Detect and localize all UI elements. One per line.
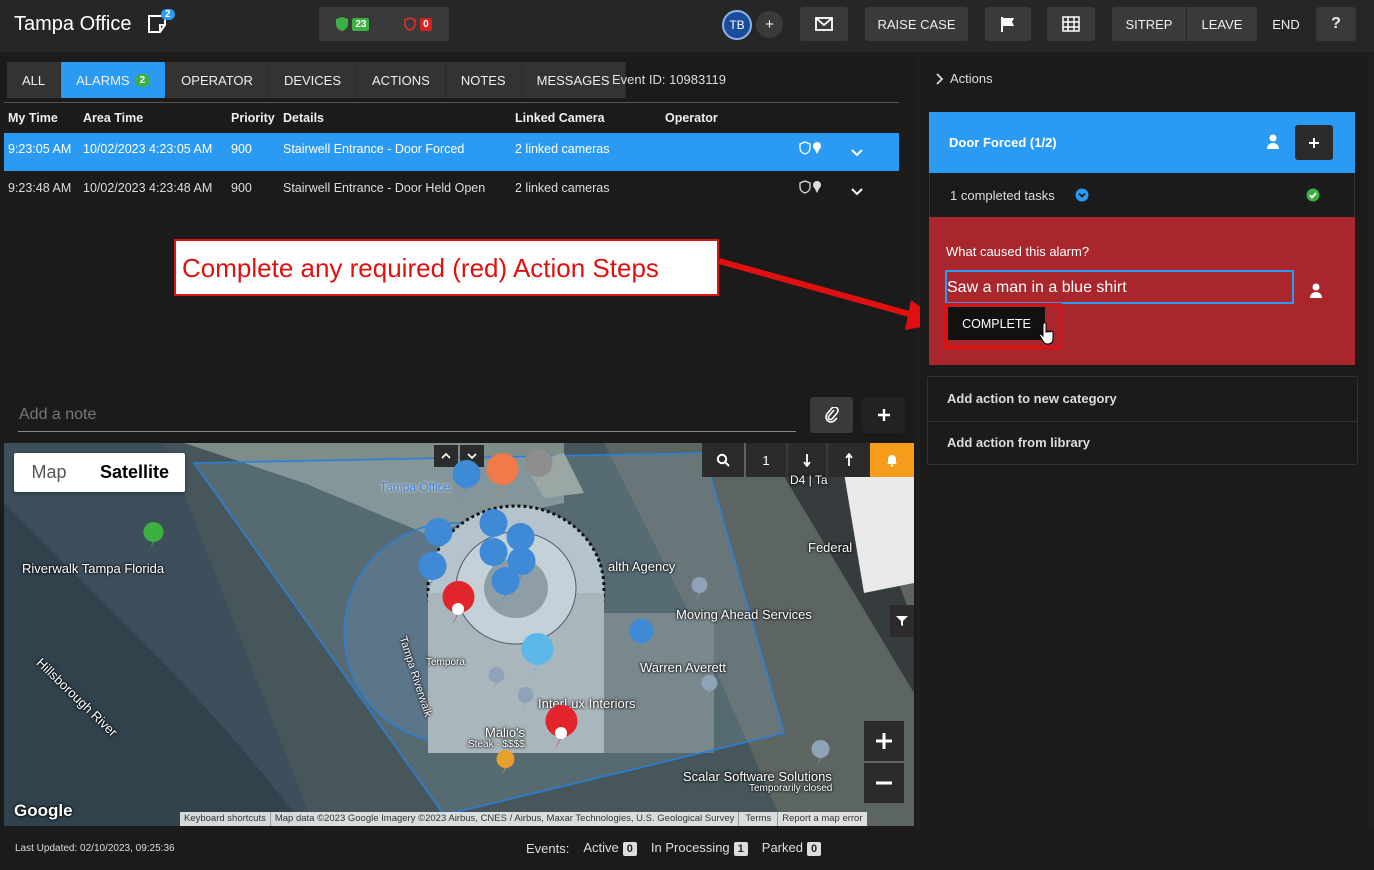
paperclip-icon — [824, 407, 839, 423]
camera-marker-icon — [491, 567, 520, 607]
col-my-time[interactable]: My Time — [8, 111, 58, 125]
notes-count-badge: 2 — [161, 9, 175, 20]
event-counts: Events: Active 0 In Processing 1 Parked 0 — [526, 840, 822, 856]
attach-button[interactable] — [810, 397, 853, 433]
tab-alarms[interactable]: ALARMS 2 — [61, 62, 167, 98]
camera-marker-icon — [452, 460, 481, 500]
hand-cursor-icon — [1039, 322, 1054, 345]
add-action-new-category[interactable]: Add action to new category — [947, 391, 1117, 406]
note-input[interactable]: Add a note — [18, 400, 796, 432]
top-bar: Tampa Office 2 23 0 TB + RAISE CASE SITR… — [0, 0, 1374, 52]
flag-icon — [1001, 17, 1014, 32]
plus-icon — [877, 409, 890, 421]
col-operator[interactable]: Operator — [665, 111, 718, 125]
add-note-button[interactable] — [862, 397, 905, 433]
camera-marker-icon — [424, 518, 453, 558]
action-question: What caused this alarm? — [946, 244, 1090, 259]
answer-value: Saw a man in a blue shirt — [947, 279, 1127, 296]
map-attribution: Keyboard shortcuts Map data ©2023 Google… — [180, 812, 867, 826]
note-placeholder: Add a note — [19, 406, 97, 423]
add-action-button[interactable] — [1295, 125, 1333, 160]
report-error-link[interactable]: Report a map error — [778, 812, 866, 826]
alarms-count-badge: 2 — [134, 73, 151, 87]
camera-marker-icon — [418, 552, 447, 592]
shield-location-icon[interactable] — [799, 180, 823, 197]
complete-button[interactable]: COMPLETE — [948, 307, 1045, 340]
col-linked-camera[interactable]: Linked Camera — [515, 111, 605, 125]
chevron-right-icon — [936, 72, 944, 85]
tab-actions[interactable]: ACTIONS — [357, 62, 446, 98]
door-marker-icon — [524, 449, 553, 489]
grid-button[interactable] — [1047, 7, 1095, 41]
plus-icon — [1309, 137, 1319, 148]
answer-input[interactable]: Saw a man in a blue shirt — [945, 270, 1294, 304]
chevron-down-icon[interactable] — [851, 185, 863, 199]
keyboard-shortcuts-link[interactable]: Keyboard shortcuts — [180, 812, 271, 826]
speaker-marker-icon — [486, 453, 519, 499]
tab-all[interactable]: ALL — [7, 62, 62, 98]
actions-header[interactable]: Actions — [936, 71, 993, 86]
alarm-marker-icon — [545, 705, 578, 751]
shield-alert-icon[interactable]: 0 — [404, 17, 432, 31]
add-user-button[interactable]: + — [756, 11, 783, 38]
tab-bar: ALL ALARMS 2 OPERATOR DEVICES ACTIONS NOT… — [7, 62, 626, 98]
col-details[interactable]: Details — [283, 111, 324, 125]
shield-status-group: 23 0 — [319, 7, 449, 41]
shield-location-icon[interactable] — [799, 141, 823, 158]
shield-ok-icon[interactable]: 23 — [336, 17, 370, 31]
notes-icon[interactable]: 2 — [147, 9, 175, 36]
map-view[interactable]: Map Satellite 1 Tampa Office Riverwalk T… — [4, 443, 914, 826]
add-action-options: Add action to new category Add action fr… — [927, 376, 1358, 465]
required-action-step: What caused this alarm? Saw a man in a b… — [929, 217, 1355, 365]
col-area-time[interactable]: Area Time — [83, 111, 143, 125]
map-markers — [143, 449, 830, 776]
raise-case-button[interactable]: RAISE CASE — [865, 7, 968, 41]
processing-count[interactable]: In Processing 1 — [651, 840, 748, 856]
grid-icon — [1062, 16, 1080, 32]
add-action-from-library[interactable]: Add action from library — [947, 435, 1090, 450]
completed-tasks-label: 1 completed tasks — [950, 188, 1055, 203]
end-button[interactable]: END — [1258, 7, 1314, 41]
tree-marker-icon — [143, 522, 164, 551]
status-bar: Last Updated: 02/10/2023, 09:25:36 Event… — [0, 828, 1374, 870]
help-button[interactable]: ? — [1316, 7, 1356, 41]
alarm-marker-icon — [442, 581, 475, 627]
parked-count[interactable]: Parked 0 — [762, 840, 822, 856]
tab-operator[interactable]: OPERATOR — [166, 62, 269, 98]
events-label: Events: — [526, 840, 570, 856]
camera-marker-icon — [629, 619, 654, 653]
restaurant-marker-icon — [496, 750, 515, 776]
map-data-text: Map data ©2023 Google Imagery ©2023 Airb… — [271, 812, 740, 826]
sitrep-button[interactable]: SITREP — [1112, 7, 1186, 41]
home-marker-icon — [521, 633, 554, 679]
active-count[interactable]: Active 0 — [583, 840, 637, 856]
callout-arrow — [718, 258, 943, 330]
place-marker-icon — [488, 577, 830, 766]
action-group-title: Door Forced (1/2) — [949, 135, 1057, 150]
table-row[interactable]: 9:23:05 AM 10/02/2023 4:23:05 AM 900 Sta… — [4, 133, 899, 171]
tab-messages[interactable]: MESSAGES — [522, 62, 626, 98]
expand-circle-icon[interactable] — [1075, 188, 1089, 205]
terms-link[interactable]: Terms — [739, 812, 779, 826]
action-group-header[interactable]: Door Forced (1/2) — [929, 112, 1355, 173]
envelope-icon — [815, 17, 833, 31]
leave-button[interactable]: LEAVE — [1187, 7, 1257, 41]
user-icon[interactable] — [1266, 134, 1280, 153]
check-circle-icon — [1306, 188, 1320, 205]
page-title: Tampa Office — [14, 13, 132, 35]
avatar[interactable]: TB — [722, 10, 752, 40]
chevron-down-icon[interactable] — [851, 146, 863, 160]
flag-button[interactable] — [985, 7, 1031, 41]
last-updated: Last Updated: 02/10/2023, 09:25:36 — [15, 843, 175, 854]
event-id: Event ID: 10983119 — [612, 72, 726, 87]
message-button[interactable] — [800, 7, 848, 41]
tab-devices[interactable]: DEVICES — [269, 62, 358, 98]
col-priority[interactable]: Priority — [231, 111, 275, 125]
instruction-callout: Complete any required (red) Action Steps — [174, 239, 719, 296]
table-row[interactable]: 9:23:48 AM 10/02/2023 4:23:48 AM 900 Sta… — [4, 172, 899, 210]
tab-notes[interactable]: NOTES — [446, 62, 522, 98]
completed-tasks-row[interactable]: 1 completed tasks — [929, 173, 1355, 217]
callout-text: Complete any required (red) Action Steps — [182, 253, 659, 283]
user-icon[interactable] — [1309, 283, 1323, 302]
